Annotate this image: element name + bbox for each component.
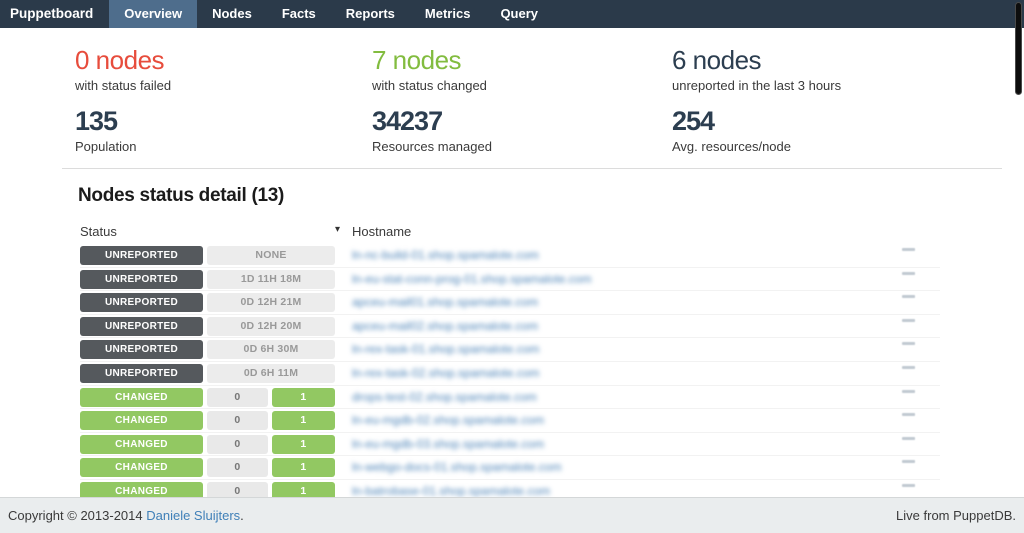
failed-count-badge: 0 [207,388,268,407]
stat-failed-value: 0 nodes [75,45,372,75]
stat-avg-resources: 254 Avg. resources/node [672,106,791,154]
table-row: CHANGED 0 1 ln-eu-mgdb-03.shop.spamalote… [80,433,940,457]
stat-population-value: 135 [75,106,372,136]
nodes-status-detail-title: Nodes status detail (13) [78,185,1024,207]
stat-resources-caption: Resources managed [372,139,672,154]
status-badge: CHANGED [80,458,203,477]
table-body: UNREPORTED NONE ln-nc-build-01.shop.spam… [80,244,940,504]
brand-puppetboard[interactable]: Puppetboard [0,0,103,28]
latest-report-icon[interactable] [897,436,917,454]
stat-unreported-caption: unreported in the last 3 hours [672,78,841,93]
stat-unreported: 6 nodes unreported in the last 3 hours [672,45,841,93]
sort-caret-icon[interactable]: ▾ [335,224,340,235]
hostname-link-redacted[interactable]: ln-rex-task-02.shop.spamalote.com [352,366,539,380]
latest-report-icon[interactable] [897,365,917,383]
hostname-link-redacted[interactable]: ln-eu-stat-conn-prog-01.shop.spamalote.c… [352,272,591,286]
stat-avg-resources-caption: Avg. resources/node [672,139,791,154]
changed-count-badge: 1 [272,435,335,454]
latest-report-icon[interactable] [897,247,917,265]
status-badge: UNREPORTED [80,317,203,336]
latest-report-icon[interactable] [897,294,917,312]
copyright-text: Copyright © 2013-2014 Daniele Sluijters. [8,498,244,533]
hostname-link-redacted[interactable]: ln-nc-build-01.shop.spamalote.com [352,248,539,262]
status-badge: CHANGED [80,388,203,407]
time-since-report-badge: 0D 6H 11M [207,364,335,383]
section-divider [62,168,1002,169]
vertical-scrollbar-thumb[interactable] [1015,2,1022,95]
nav-item-reports[interactable]: Reports [331,0,410,28]
column-header-status[interactable]: Status [80,224,117,239]
nav-item-metrics[interactable]: Metrics [410,0,486,28]
table-row: CHANGED 0 1 ln-webgo-docs-01.shop.spamal… [80,456,940,480]
latest-report-icon[interactable] [897,318,917,336]
table-row: UNREPORTED 1D 11H 18M ln-eu-stat-conn-pr… [80,268,940,292]
copyright-prefix: Copyright © 2013-2014 [8,508,146,523]
stat-changed-caption: with status changed [372,78,672,93]
hostname-link-redacted[interactable]: ln-webgo-docs-01.shop.spamalote.com [352,460,561,474]
status-badge: UNREPORTED [80,270,203,289]
status-badge: UNREPORTED [80,364,203,383]
latest-report-icon[interactable] [897,412,917,430]
hostname-link-redacted[interactable]: drops-test-02.shop.spamalote.com [352,390,537,404]
table-row: UNREPORTED 0D 6H 30M ln-rex-task-01.shop… [80,338,940,362]
latest-report-icon[interactable] [897,341,917,359]
table-row: UNREPORTED 0D 12H 20M apceu-mail02.shop.… [80,315,940,339]
live-from-puppetdb-text: Live from PuppetDB. [896,498,1016,533]
stat-changed: 7 nodes with status changed [372,45,672,93]
status-badge: UNREPORTED [80,293,203,312]
table-header: Status ▾ Hostname [80,222,940,244]
stat-population-caption: Population [75,139,372,154]
stat-population: 135 Population [75,106,372,154]
failed-count-badge: 0 [207,458,268,477]
table-row: UNREPORTED 0D 6H 11M ln-rex-task-02.shop… [80,362,940,386]
author-link[interactable]: Daniele Sluijters [146,508,240,523]
status-badge: UNREPORTED [80,340,203,359]
hostname-link-redacted[interactable]: ln-eu-mgdb-02.shop.spamalote.com [352,413,544,427]
failed-count-badge: 0 [207,435,268,454]
stat-unreported-value: 6 nodes [672,45,841,75]
stat-avg-resources-value: 254 [672,106,791,136]
copyright-suffix: . [240,508,244,523]
table-row: CHANGED 0 1 ln-eu-mgdb-02.shop.spamalote… [80,409,940,433]
nav-item-nodes[interactable]: Nodes [197,0,267,28]
changed-count-badge: 1 [272,411,335,430]
stats-row-population: 135 Population 34237 Resources managed 2… [0,106,1024,154]
nodes-status-table: Status ▾ Hostname UNREPORTED NONE ln-nc-… [80,222,940,504]
stat-resources: 34237 Resources managed [372,106,672,154]
time-since-report-badge: NONE [207,246,335,265]
latest-report-icon[interactable] [897,389,917,407]
hostname-link-redacted[interactable]: apceu-mail01.shop.spamalote.com [352,295,538,309]
time-since-report-badge: 0D 12H 21M [207,293,335,312]
stats-row-status: 0 nodes with status failed 7 nodes with … [0,45,1024,93]
latest-report-icon[interactable] [897,459,917,477]
changed-count-badge: 1 [272,458,335,477]
table-row: UNREPORTED 0D 12H 21M apceu-mail01.shop.… [80,291,940,315]
hostname-link-redacted[interactable]: ln-rex-task-01.shop.spamalote.com [352,342,539,356]
changed-count-badge: 1 [272,388,335,407]
nav-items: OverviewNodesFactsReportsMetricsQuery [109,0,553,28]
status-badge: UNREPORTED [80,246,203,265]
nav-item-facts[interactable]: Facts [267,0,331,28]
nav-item-query[interactable]: Query [485,0,553,28]
status-badge: CHANGED [80,435,203,454]
failed-count-badge: 0 [207,411,268,430]
latest-report-icon[interactable] [897,271,917,289]
status-badge: CHANGED [80,411,203,430]
table-row: CHANGED 0 1 drops-test-02.shop.spamalote… [80,386,940,410]
hostname-link-redacted[interactable]: ln-batrobase-01.shop.spamalote.com [352,484,550,498]
hostname-link-redacted[interactable]: apceu-mail02.shop.spamalote.com [352,319,538,333]
stat-resources-value: 34237 [372,106,672,136]
nav-item-overview[interactable]: Overview [109,0,197,28]
column-header-hostname: Hostname [352,224,411,239]
time-since-report-badge: 0D 12H 20M [207,317,335,336]
stat-failed-caption: with status failed [75,78,372,93]
table-row: UNREPORTED NONE ln-nc-build-01.shop.spam… [80,244,940,268]
stat-changed-value: 7 nodes [372,45,672,75]
time-since-report-badge: 0D 6H 30M [207,340,335,359]
time-since-report-badge: 1D 11H 18M [207,270,335,289]
footer: Copyright © 2013-2014 Daniele Sluijters.… [0,497,1024,533]
stat-failed: 0 nodes with status failed [75,45,372,93]
top-navbar: Puppetboard OverviewNodesFactsReportsMet… [0,0,1024,28]
hostname-link-redacted[interactable]: ln-eu-mgdb-03.shop.spamalote.com [352,437,544,451]
